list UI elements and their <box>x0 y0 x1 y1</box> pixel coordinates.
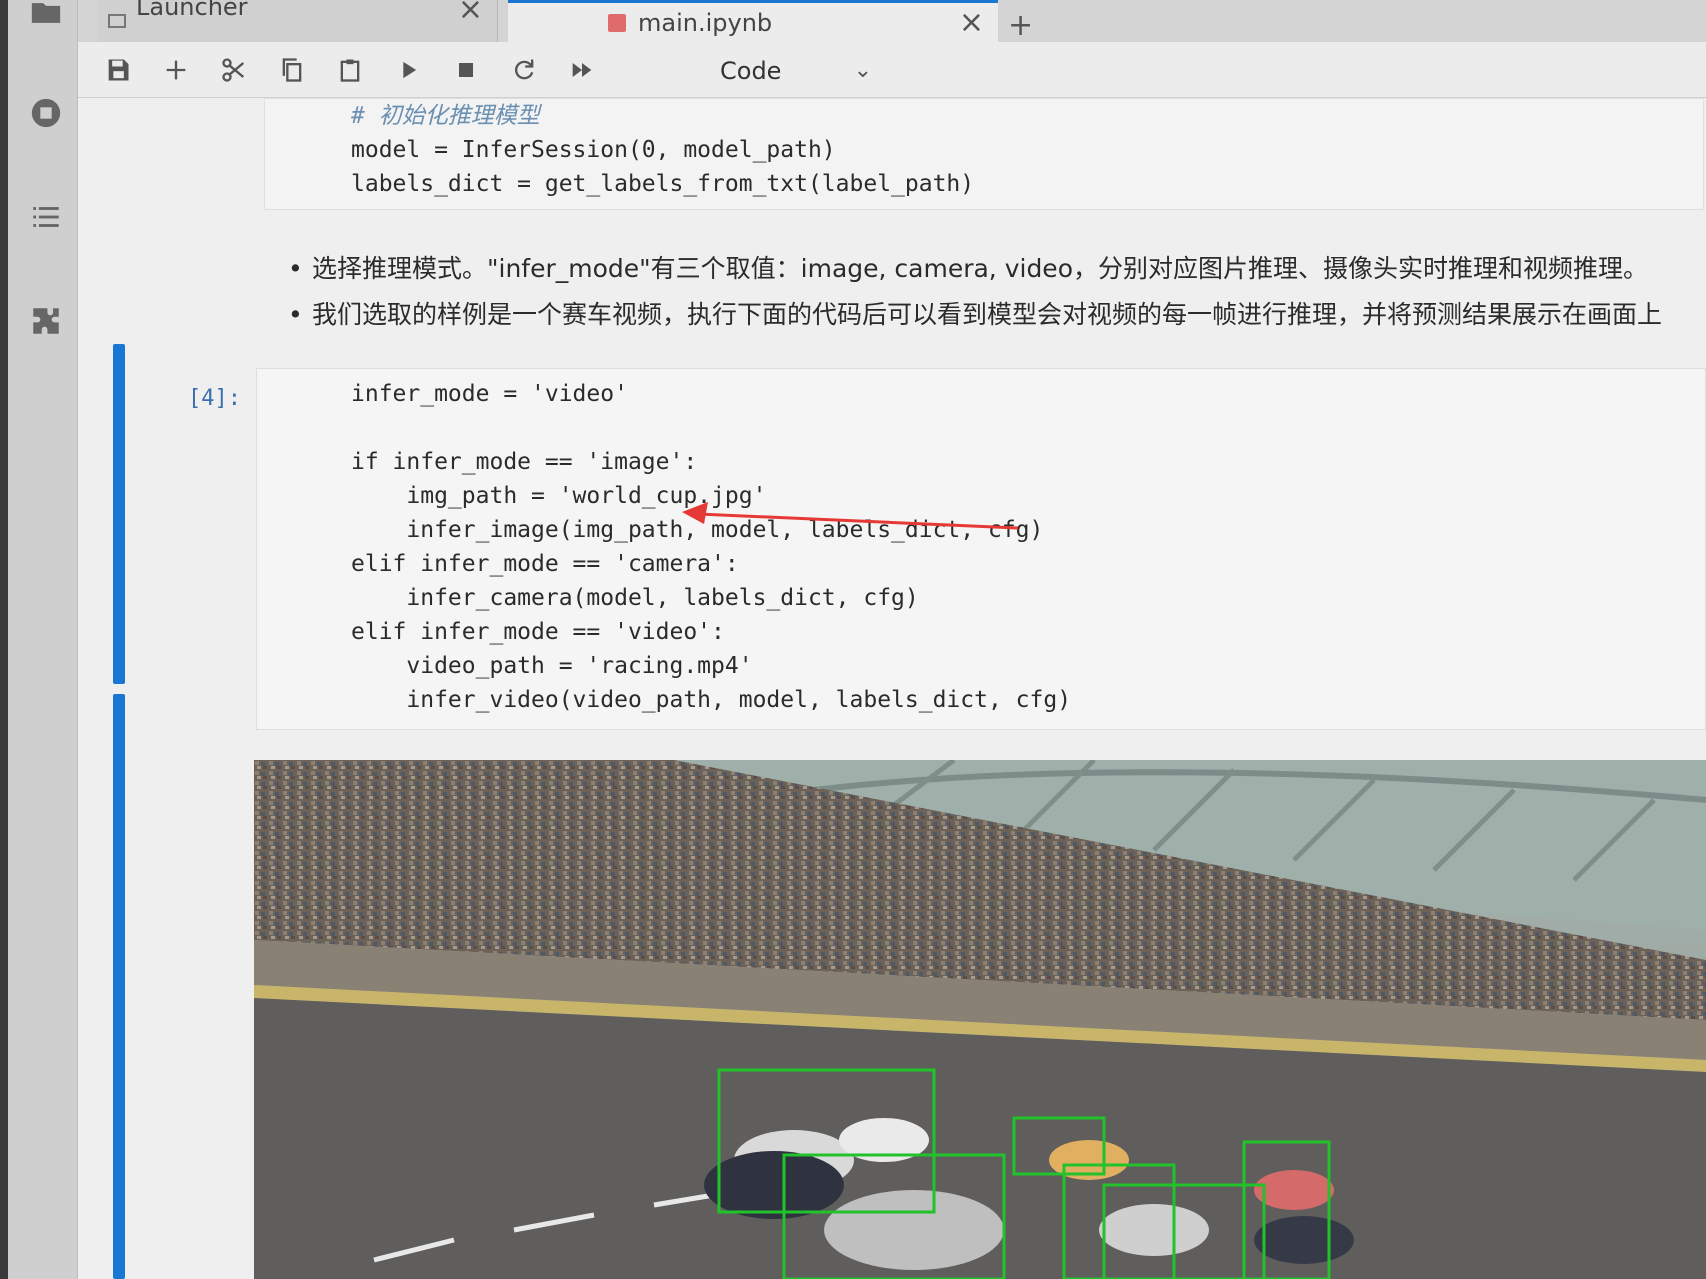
tab-bar: Launcher × main.ipynb × + <box>78 0 1706 43</box>
notebook-content: # 初始化推理模型 model = InferSession(0, model_… <box>78 98 1706 1279</box>
code-line: video_path = 'racing.mp4' <box>351 653 753 679</box>
code-line: elif infer_mode == 'camera': <box>351 551 739 577</box>
run-icon[interactable] <box>390 52 426 88</box>
racing-video-frame <box>254 760 1706 1279</box>
close-icon[interactable]: × <box>458 0 483 27</box>
chevron-down-icon: ⌄ <box>853 58 872 83</box>
code-line: infer_video(video_path, model, labels_di… <box>351 687 1072 713</box>
execution-count: [4]: <box>188 386 241 411</box>
tab-launcher-label: Launcher <box>136 0 248 21</box>
new-tab-button[interactable]: + <box>1008 8 1033 43</box>
video-output-frame <box>254 760 1706 1279</box>
code-editor[interactable]: infer_mode = 'video' if infer_mode == 'i… <box>351 377 1071 717</box>
annotation-arrow <box>682 502 1019 530</box>
close-icon[interactable]: × <box>959 5 984 40</box>
activity-bar <box>8 0 78 1279</box>
tab-notebook-label: main.ipynb <box>638 8 773 37</box>
notebook-toolbar: Code ⌄ <box>78 42 1706 98</box>
plus-icon[interactable] <box>158 52 194 88</box>
cut-icon[interactable] <box>216 52 252 88</box>
copy-icon[interactable] <box>274 52 310 88</box>
paste-icon[interactable] <box>332 52 368 88</box>
folder-icon[interactable] <box>27 0 65 32</box>
notebook-icon <box>608 13 626 32</box>
stop-icon[interactable] <box>448 52 484 88</box>
active-code-cell[interactable]: infer_mode = 'video' if infer_mode == 'i… <box>256 368 1706 730</box>
list-item: 选择推理模式。"infer_mode"有三个取值：image, camera, … <box>288 246 1662 292</box>
main-area: Launcher × main.ipynb × + Code ⌄ # 初始化推理… <box>78 0 1706 1279</box>
tab-main-ipynb[interactable]: main.ipynb × <box>508 0 998 42</box>
markdown-cell: 选择推理模式。"infer_mode"有三个取值：image, camera, … <box>288 246 1662 338</box>
extensions-icon[interactable] <box>27 302 65 340</box>
save-icon[interactable] <box>100 52 136 88</box>
table-of-contents-icon[interactable] <box>27 198 65 236</box>
running-kernels-icon[interactable] <box>27 94 65 132</box>
screen-edge <box>0 0 8 1279</box>
list-item: 我们选取的样例是一个赛车视频，执行下面的代码后可以看到模型会对视频的每一帧进行推… <box>288 292 1662 338</box>
cell-type-value: Code <box>720 57 782 85</box>
output-selection-bar[interactable] <box>113 694 125 1279</box>
code-line: labels_dict = get_labels_from_txt(label_… <box>351 171 975 197</box>
cell-selection-bar[interactable] <box>113 344 125 684</box>
previous-code-cell[interactable]: # 初始化推理模型 model = InferSession(0, model_… <box>264 98 1704 210</box>
code-line: elif infer_mode == 'video': <box>351 619 725 645</box>
code-line: model = InferSession(0, model_path) <box>351 137 836 163</box>
fast-forward-icon[interactable] <box>564 52 600 88</box>
restart-icon[interactable] <box>506 52 542 88</box>
cell-type-select[interactable]: Code ⌄ <box>638 52 888 90</box>
launcher-icon <box>108 14 126 28</box>
code-line: infer_camera(model, labels_dict, cfg) <box>351 585 919 611</box>
code-comment: # 初始化推理模型 <box>351 103 540 129</box>
tab-launcher[interactable]: Launcher × <box>98 0 498 42</box>
code-line: infer_mode = 'video' <box>351 381 628 407</box>
code-line: if infer_mode == 'image': <box>351 449 698 475</box>
